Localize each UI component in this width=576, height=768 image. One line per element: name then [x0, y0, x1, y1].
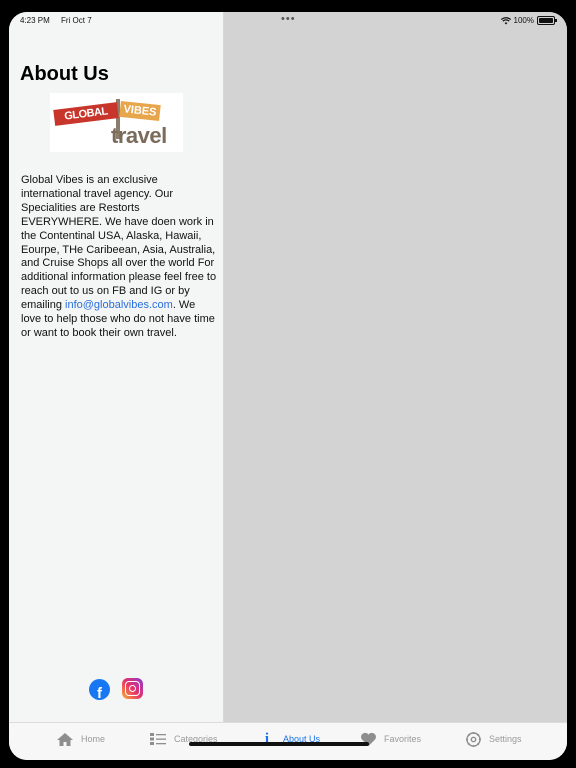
- ipad-screen: About Us GLOBAL VIBES travel Global Vibe…: [9, 12, 567, 760]
- battery-percent: 100%: [513, 16, 534, 25]
- status-time: 4:23 PM: [20, 16, 50, 25]
- house-icon: [56, 731, 74, 747]
- list-icon: [149, 731, 167, 747]
- logo-word-vibes: VIBES: [119, 100, 161, 122]
- detail-pane: [224, 12, 567, 722]
- status-bar: 4:23 PM Fri Oct 7 ••• 100%: [9, 12, 567, 32]
- tab-settings[interactable]: Settings: [464, 731, 522, 747]
- tab-home[interactable]: Home: [56, 731, 105, 747]
- multitasking-dots-icon[interactable]: •••: [281, 13, 296, 25]
- tab-bar: Home Categories i About Us Favorites Set…: [9, 722, 567, 760]
- tab-label: Favorites: [384, 734, 422, 744]
- logo-word-global: GLOBAL: [53, 102, 119, 126]
- tab-label: Settings: [489, 734, 522, 744]
- email-link[interactable]: info@globalvibes.com: [65, 299, 173, 311]
- about-text-part1: Global Vibes is an exclusive internation…: [21, 174, 217, 312]
- facebook-icon[interactable]: f: [89, 679, 110, 700]
- status-date: Fri Oct 7: [61, 16, 92, 25]
- logo-word-travel: travel: [111, 123, 167, 148]
- tab-label: Home: [81, 734, 106, 744]
- sidebar-panel: About Us GLOBAL VIBES travel Global Vibe…: [9, 12, 224, 722]
- status-right: 100%: [500, 16, 557, 25]
- global-vibes-logo: GLOBAL VIBES travel: [50, 93, 183, 152]
- wifi-icon: [500, 16, 511, 24]
- battery-icon: [537, 16, 557, 25]
- home-indicator[interactable]: [189, 742, 369, 746]
- instagram-icon[interactable]: [122, 678, 143, 699]
- gear-icon: [464, 731, 482, 747]
- about-description: Global Vibes is an exclusive internation…: [21, 174, 217, 341]
- page-title: About Us: [20, 63, 109, 85]
